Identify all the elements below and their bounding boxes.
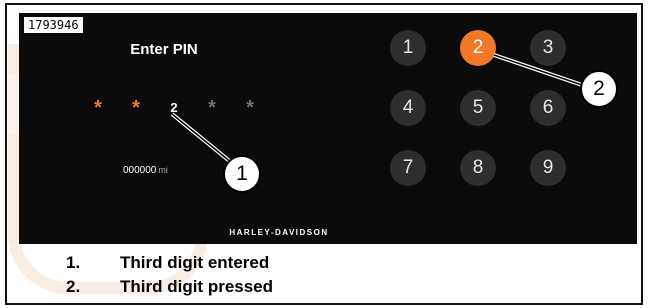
leader-line-2 (493, 53, 586, 88)
legend-item: 1. Third digit entered (66, 251, 273, 275)
callout-1: 1 (223, 155, 261, 193)
callout-2: 2 (580, 70, 618, 108)
legend-item: 2. Third digit pressed (66, 275, 273, 299)
leader-line-1 (170, 112, 234, 165)
legend-text: Third digit entered (120, 253, 270, 272)
legend-number: 2. (66, 277, 81, 296)
legend-text: Third digit pressed (120, 277, 274, 296)
legend-number: 1. (66, 253, 81, 272)
legend: 1. Third digit entered 2. Third digit pr… (66, 251, 273, 299)
